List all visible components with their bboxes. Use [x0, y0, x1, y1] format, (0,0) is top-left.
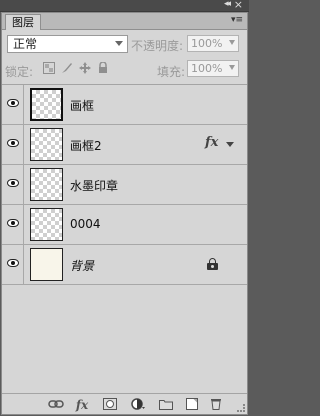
lock-position-icon[interactable]: [78, 62, 91, 75]
layer-thumbnail: [30, 208, 63, 241]
chevron-down-icon: [115, 41, 123, 46]
expand-effects-icon[interactable]: [226, 142, 234, 147]
blend-mode-value: 正常: [13, 37, 38, 51]
blend-opacity-row: 正常 不透明度: 100%: [2, 32, 247, 54]
chevron-down-icon: [229, 40, 235, 45]
panel-menu-icon[interactable]: ▾≡: [231, 15, 243, 25]
eye-icon: [7, 99, 19, 107]
opacity-label: 不透明度:: [131, 39, 184, 53]
layer-name: 水墨印章: [70, 179, 119, 193]
panel-titlebar: ◂◂ ×: [0, 0, 249, 12]
link-layers-icon[interactable]: [48, 398, 64, 412]
layer-mask-icon[interactable]: [102, 398, 118, 412]
lock-transparent-pixels-icon[interactable]: [42, 62, 55, 75]
collapse-icon[interactable]: ◂◂: [224, 0, 231, 9]
layer-thumbnail: [30, 128, 63, 161]
eye-icon: [7, 259, 19, 267]
visibility-toggle[interactable]: [2, 165, 24, 204]
visibility-toggle[interactable]: [2, 205, 24, 244]
fill-value: 100%: [191, 62, 223, 75]
eye-icon: [7, 139, 19, 147]
fill-label: 填充:: [157, 65, 186, 79]
layer-name: 画框2: [70, 139, 102, 153]
eye-icon: [7, 179, 19, 187]
visibility-toggle[interactable]: [2, 245, 24, 284]
fill-field[interactable]: 100%: [187, 60, 239, 77]
adjustment-layer-icon[interactable]: [130, 398, 146, 412]
close-icon[interactable]: ×: [234, 0, 243, 11]
layer-thumbnail: [30, 248, 63, 281]
layer-list: 画框 画框2 fx 水墨印章 0004 背景: [2, 84, 247, 379]
fx-icon[interactable]: fx: [205, 135, 218, 150]
lock-icon: [207, 258, 218, 270]
lock-image-pixels-icon[interactable]: [60, 62, 73, 75]
new-group-icon[interactable]: [158, 398, 174, 412]
layer-row[interactable]: 背景: [2, 245, 247, 285]
visibility-toggle[interactable]: [2, 85, 24, 124]
layer-name: 画框: [70, 99, 95, 113]
layer-row[interactable]: 水墨印章: [2, 165, 247, 205]
layer-row[interactable]: 画框: [2, 85, 247, 125]
layer-row[interactable]: 画框2 fx: [2, 125, 247, 165]
new-layer-icon[interactable]: [184, 398, 200, 412]
visibility-toggle[interactable]: [2, 125, 24, 164]
opacity-value: 100%: [191, 37, 223, 50]
resize-grip[interactable]: [237, 404, 245, 412]
layer-thumbnail: [30, 168, 63, 201]
lock-fill-row: 锁定: 填充: 100%: [2, 59, 247, 79]
tab-layers[interactable]: 图层: [5, 14, 41, 30]
layer-row[interactable]: 0004: [2, 205, 247, 245]
tab-bar: 图层 ▾≡: [2, 13, 247, 30]
layer-thumbnail: [30, 88, 63, 121]
chevron-down-icon: [229, 65, 235, 70]
layer-name: 背景: [70, 259, 95, 273]
lock-label: 锁定:: [5, 65, 34, 79]
blend-mode-select[interactable]: 正常: [7, 35, 128, 53]
layer-name: 0004: [70, 217, 101, 231]
eye-icon: [7, 219, 19, 227]
layer-actions-bar: fx: [2, 393, 247, 414]
lock-all-icon[interactable]: [96, 61, 109, 75]
opacity-field[interactable]: 100%: [187, 35, 239, 52]
layers-panel: 图层 ▾≡ 正常 不透明度: 100% 锁定: 填充: 100% 画框 画框2 …: [1, 12, 248, 415]
delete-layer-icon[interactable]: [208, 398, 224, 412]
layer-style-icon[interactable]: fx: [74, 398, 90, 412]
